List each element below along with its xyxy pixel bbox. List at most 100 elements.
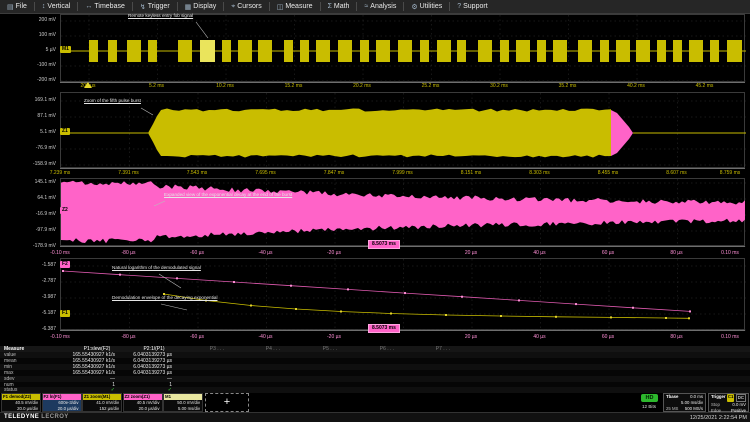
menu-item-display[interactable]: ▦Display	[178, 0, 224, 13]
trace-badge-f2[interactable]: F2	[60, 261, 70, 268]
x-tick-label: 7.543 ms	[177, 170, 217, 176]
menu-item-utilities[interactable]: ⚙Utilities	[404, 0, 449, 13]
x-tick-label: 80 µs	[657, 334, 697, 340]
x-tick-label: 8.607 ms	[657, 170, 697, 176]
plus-icon: +	[224, 396, 230, 408]
trigger-title: Trigger	[711, 394, 726, 402]
x-tick-label: -60 µs	[177, 250, 217, 256]
x-tick-label: -0.10 ms	[40, 334, 80, 340]
x-tick-label: 20 µs	[451, 334, 491, 340]
descriptor-f2[interactable]: F2 ln(F1)600e-3/div20.0 µs/div	[42, 393, 82, 412]
brand-logo: TELEDYNE LECROY	[4, 414, 69, 420]
x-tick-label: 7.847 ms	[314, 170, 354, 176]
trace-badge-z1[interactable]: Z1	[60, 128, 70, 135]
zoom-center-time-badge[interactable]: 8.5073 ms	[368, 324, 400, 333]
x-tick-label: -80 µs	[109, 334, 149, 340]
timebase-samples: 25 MS	[666, 406, 678, 412]
x-tick-label: 8.455 ms	[588, 170, 628, 176]
brand-lecroy: LECROY	[41, 414, 68, 420]
x-tick-label: -40 µs	[246, 334, 286, 340]
x-tick-label: 35.2 ms	[548, 83, 588, 89]
analysis-icon: ≈	[364, 3, 368, 10]
menu-item-measure[interactable]: ◫Measure	[270, 0, 320, 13]
menu-item-trigger[interactable]: ↯Trigger	[133, 0, 177, 13]
y-axis-label: 64.1 mV	[2, 195, 56, 201]
menu-item-analysis[interactable]: ≈Analysis	[357, 0, 403, 13]
panel-Z1-plot[interactable]	[60, 92, 745, 168]
x-tick-label: 20 µs	[451, 250, 491, 256]
y-axis-label: 145.1 mV	[2, 179, 56, 185]
descriptor-z2[interactable]: Z2 zoom(Z1)40.5 mV/div20.0 µs/div	[123, 393, 163, 412]
menu-item-timebase[interactable]: ↔Timebase	[78, 0, 131, 13]
menu-item-math[interactable]: ΣMath	[321, 0, 357, 13]
descriptor-m1[interactable]: M150.0 mV/div5.00 ms/div	[163, 393, 203, 412]
status-footer: TELEDYNE LECROY 12/25/2021 2:22:54 PM	[0, 412, 750, 422]
y-axis-label: -1.587	[2, 262, 56, 268]
cursors-icon: ⌖	[231, 3, 235, 11]
y-axis-label: 200 mV	[2, 17, 56, 23]
x-tick-label: -20 µs	[314, 334, 354, 340]
trace-badge-f1[interactable]: F1	[60, 310, 70, 317]
x-tick-label: 7.999 ms	[383, 170, 423, 176]
trace-badge-z2[interactable]: Z2	[60, 207, 70, 214]
menu-item-label: Vertical	[47, 3, 70, 10]
add-trace-button[interactable]: +	[205, 393, 249, 412]
x-tick-label: 7.239 ms	[40, 170, 80, 176]
x-tick-label: 10.2 ms	[205, 83, 245, 89]
x-tick-label: 30.2 ms	[479, 83, 519, 89]
measure-icon: ◫	[277, 3, 284, 11]
panel-M1-plot[interactable]	[60, 14, 745, 82]
panel-M1-waveform	[61, 15, 746, 83]
utilities-icon: ⚙	[411, 3, 417, 11]
trigger-time-marker[interactable]	[84, 82, 92, 88]
x-tick-label: 0.10 ms	[710, 250, 750, 256]
annotation-fob-signal: Remote keyless entry fob signal	[128, 13, 193, 18]
trigger-coupling-badge: DC	[736, 394, 746, 402]
trace-badge-m1[interactable]: M1	[60, 46, 71, 53]
panel-Z2-plot[interactable]	[60, 178, 745, 246]
x-tick-label: 15.2 ms	[274, 83, 314, 89]
x-tick-label: 5.2 ms	[137, 83, 177, 89]
oscilloscope-screen: ▤File↕Vertical↔Timebase↯Trigger▦Display⌖…	[0, 0, 750, 422]
y-axis-label: 5 µV	[2, 47, 56, 53]
trigger-descriptor[interactable]: Trigger C1 DC Stop 0.0 mV Edge Positive	[708, 393, 749, 412]
timebase-descriptor[interactable]: Tbase 0.0 ms 5.00 ms/div 25 MS 500 MS/s	[663, 393, 706, 412]
y-axis-label: -6.387	[2, 326, 56, 332]
brand-teledyne: TELEDYNE	[4, 414, 39, 420]
x-tick-label: -80 µs	[109, 250, 149, 256]
x-tick-label: 7.391 ms	[109, 170, 149, 176]
timebase-rate: 500 MS/s	[685, 406, 703, 412]
descriptor-z1[interactable]: Z1 zoom(M1)41.0 mV/div152 µs/div	[82, 393, 122, 412]
timebase-icon: ↔	[85, 3, 92, 10]
x-tick-label: 40.2 ms	[616, 83, 656, 89]
y-axis-label: 169.1 mV	[2, 97, 56, 103]
menu-item-cursors[interactable]: ⌖Cursors	[224, 0, 268, 13]
x-tick-label: -0.10 ms	[40, 250, 80, 256]
hd-mode-badge: HD	[641, 394, 658, 402]
y-axis-label: -178.9 mV	[2, 243, 56, 249]
menu-bar: ▤File↕Vertical↔Timebase↯Trigger▦Display⌖…	[0, 0, 750, 14]
menu-item-file[interactable]: ▤File	[0, 0, 34, 13]
menu-item-label: Trigger	[148, 3, 170, 10]
x-tick-label: 40 µs	[520, 334, 560, 340]
menu-item-vertical[interactable]: ↕Vertical	[35, 0, 77, 13]
menu-item-label: Display	[193, 3, 216, 10]
panel-Z2-waveform	[61, 179, 746, 247]
y-axis-label: 87.1 mV	[2, 113, 56, 119]
menu-item-support[interactable]: ?Support	[450, 0, 494, 13]
timebase-title: Tbase	[666, 394, 678, 400]
datetime-label: 12/25/2021 2:22:54 PM	[690, 415, 747, 421]
y-axis-label: 5.1 mV	[2, 129, 56, 135]
x-tick-label: -40 µs	[246, 250, 286, 256]
zoom-center-time-badge[interactable]: 8.5073 ms	[368, 240, 400, 249]
descriptor-f1[interactable]: F1 demod(Z2)40.5 mV/div20.0 µs/div	[1, 393, 41, 412]
panel-F-time-axis	[60, 330, 745, 343]
y-axis-label: -158.9 mV	[2, 161, 56, 167]
y-axis-label: -16.9 mV	[2, 211, 56, 217]
menu-item-label: Cursors	[237, 3, 262, 10]
y-axis-label: -5.187	[2, 310, 56, 316]
annotation-exp-decay: Expanded view of the exponential decay a…	[164, 192, 292, 197]
menu-item-label: Math	[334, 3, 350, 10]
file-icon: ▤	[7, 3, 14, 11]
display-icon: ▦	[185, 3, 192, 11]
